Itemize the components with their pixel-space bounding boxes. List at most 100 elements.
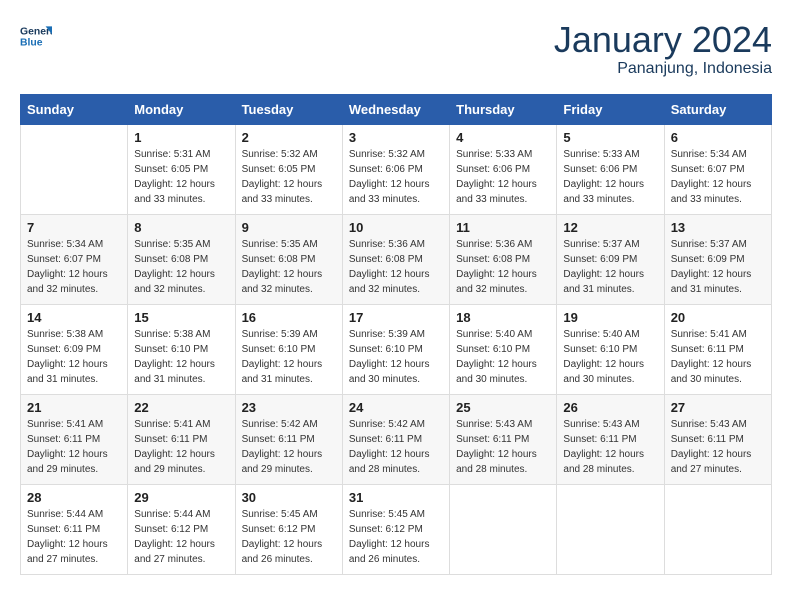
day-number: 9 (242, 220, 336, 235)
day-info: Sunrise: 5:44 AMSunset: 6:11 PMDaylight:… (27, 507, 121, 567)
day-info: Sunrise: 5:43 AMSunset: 6:11 PMDaylight:… (563, 417, 657, 477)
day-number: 15 (134, 310, 228, 325)
calendar-cell: 20 Sunrise: 5:41 AMSunset: 6:11 PMDayligh… (664, 304, 771, 394)
day-number: 12 (563, 220, 657, 235)
calendar-row: 28 Sunrise: 5:44 AMSunset: 6:11 PMDayligh… (21, 484, 772, 574)
day-number: 16 (242, 310, 336, 325)
day-info: Sunrise: 5:36 AMSunset: 6:08 PMDaylight:… (349, 237, 443, 297)
calendar-cell: 14 Sunrise: 5:38 AMSunset: 6:09 PMDayligh… (21, 304, 128, 394)
day-info: Sunrise: 5:42 AMSunset: 6:11 PMDaylight:… (242, 417, 336, 477)
header-sunday: Sunday (21, 94, 128, 124)
day-number: 26 (563, 400, 657, 415)
calendar-cell: 11Sunrise: 5:36 AMSunset: 6:08 PMDayligh… (450, 214, 557, 304)
calendar-row: 1 Sunrise: 5:31 AMSunset: 6:05 PMDaylight… (21, 124, 772, 214)
calendar-cell (21, 124, 128, 214)
calendar-row: 7 Sunrise: 5:34 AMSunset: 6:07 PMDaylight… (21, 214, 772, 304)
day-info: Sunrise: 5:32 AMSunset: 6:05 PMDaylight:… (242, 147, 336, 207)
calendar-cell: 22Sunrise: 5:41 AMSunset: 6:11 PMDayligh… (128, 394, 235, 484)
calendar-cell: 31 Sunrise: 5:45 AMSunset: 6:12 PMDayligh… (342, 484, 449, 574)
page-header: General Blue January 2024 Pananjung, Ind… (20, 20, 772, 78)
day-number: 28 (27, 490, 121, 505)
calendar-cell: 7 Sunrise: 5:34 AMSunset: 6:07 PMDaylight… (21, 214, 128, 304)
calendar-cell (557, 484, 664, 574)
title-block: January 2024 Pananjung, Indonesia (554, 20, 772, 78)
day-info: Sunrise: 5:41 AMSunset: 6:11 PMDaylight:… (671, 327, 765, 387)
calendar-cell: 25 Sunrise: 5:43 AMSunset: 6:11 PMDayligh… (450, 394, 557, 484)
header-saturday: Saturday (664, 94, 771, 124)
day-info: Sunrise: 5:39 AMSunset: 6:10 PMDaylight:… (349, 327, 443, 387)
calendar-cell: 12 Sunrise: 5:37 AMSunset: 6:09 PMDayligh… (557, 214, 664, 304)
calendar-cell: 18Sunrise: 5:40 AMSunset: 6:10 PMDayligh… (450, 304, 557, 394)
day-info: Sunrise: 5:31 AMSunset: 6:05 PMDaylight:… (134, 147, 228, 207)
calendar-cell: 5 Sunrise: 5:33 AMSunset: 6:06 PMDaylight… (557, 124, 664, 214)
day-info: Sunrise: 5:41 AMSunset: 6:11 PMDaylight:… (27, 417, 121, 477)
day-info: Sunrise: 5:35 AMSunset: 6:08 PMDaylight:… (242, 237, 336, 297)
day-info: Sunrise: 5:35 AMSunset: 6:08 PMDaylight:… (134, 237, 228, 297)
calendar-cell: 19 Sunrise: 5:40 AMSunset: 6:10 PMDayligh… (557, 304, 664, 394)
calendar-cell: 9 Sunrise: 5:35 AMSunset: 6:08 PMDaylight… (235, 214, 342, 304)
day-number: 1 (134, 130, 228, 145)
day-number: 8 (134, 220, 228, 235)
svg-text:Blue: Blue (20, 38, 43, 49)
day-info: Sunrise: 5:34 AMSunset: 6:07 PMDaylight:… (27, 237, 121, 297)
day-info: Sunrise: 5:43 AMSunset: 6:11 PMDaylight:… (671, 417, 765, 477)
header-tuesday: Tuesday (235, 94, 342, 124)
day-info: Sunrise: 5:33 AMSunset: 6:06 PMDaylight:… (563, 147, 657, 207)
header-monday: Monday (128, 94, 235, 124)
logo: General Blue (20, 20, 52, 52)
day-number: 23 (242, 400, 336, 415)
calendar-cell: 8 Sunrise: 5:35 AMSunset: 6:08 PMDaylight… (128, 214, 235, 304)
calendar-row: 21 Sunrise: 5:41 AMSunset: 6:11 PMDayligh… (21, 394, 772, 484)
calendar-cell: 28 Sunrise: 5:44 AMSunset: 6:11 PMDayligh… (21, 484, 128, 574)
calendar-cell: 1 Sunrise: 5:31 AMSunset: 6:05 PMDaylight… (128, 124, 235, 214)
day-info: Sunrise: 5:45 AMSunset: 6:12 PMDaylight:… (242, 507, 336, 567)
calendar-cell: 16Sunrise: 5:39 AMSunset: 6:10 PMDayligh… (235, 304, 342, 394)
day-number: 25 (456, 400, 550, 415)
calendar-cell: 2 Sunrise: 5:32 AMSunset: 6:05 PMDaylight… (235, 124, 342, 214)
header-wednesday: Wednesday (342, 94, 449, 124)
day-number: 13 (671, 220, 765, 235)
day-number: 27 (671, 400, 765, 415)
day-number: 5 (563, 130, 657, 145)
calendar-row: 14 Sunrise: 5:38 AMSunset: 6:09 PMDayligh… (21, 304, 772, 394)
day-number: 20 (671, 310, 765, 325)
day-number: 21 (27, 400, 121, 415)
calendar-cell (450, 484, 557, 574)
day-info: Sunrise: 5:42 AMSunset: 6:11 PMDaylight:… (349, 417, 443, 477)
calendar-cell: 4Sunrise: 5:33 AMSunset: 6:06 PMDaylight… (450, 124, 557, 214)
day-number: 2 (242, 130, 336, 145)
calendar-header-row: Sunday Monday Tuesday Wednesday Thursday… (21, 94, 772, 124)
day-info: Sunrise: 5:44 AMSunset: 6:12 PMDaylight:… (134, 507, 228, 567)
calendar-cell: 13Sunrise: 5:37 AMSunset: 6:09 PMDayligh… (664, 214, 771, 304)
calendar-body: 1 Sunrise: 5:31 AMSunset: 6:05 PMDaylight… (21, 124, 772, 574)
day-info: Sunrise: 5:43 AMSunset: 6:11 PMDaylight:… (456, 417, 550, 477)
calendar-cell: 3Sunrise: 5:32 AMSunset: 6:06 PMDaylight… (342, 124, 449, 214)
day-number: 6 (671, 130, 765, 145)
day-number: 14 (27, 310, 121, 325)
header-thursday: Thursday (450, 94, 557, 124)
calendar-table: Sunday Monday Tuesday Wednesday Thursday… (20, 94, 772, 575)
calendar-cell: 26 Sunrise: 5:43 AMSunset: 6:11 PMDayligh… (557, 394, 664, 484)
calendar-cell: 27 Sunrise: 5:43 AMSunset: 6:11 PMDayligh… (664, 394, 771, 484)
day-number: 7 (27, 220, 121, 235)
day-number: 30 (242, 490, 336, 505)
calendar-cell: 15Sunrise: 5:38 AMSunset: 6:10 PMDayligh… (128, 304, 235, 394)
day-info: Sunrise: 5:32 AMSunset: 6:06 PMDaylight:… (349, 147, 443, 207)
day-info: Sunrise: 5:37 AMSunset: 6:09 PMDaylight:… (563, 237, 657, 297)
logo-icon: General Blue (20, 20, 52, 52)
calendar-cell: 24 Sunrise: 5:42 AMSunset: 6:11 PMDayligh… (342, 394, 449, 484)
day-number: 17 (349, 310, 443, 325)
day-info: Sunrise: 5:38 AMSunset: 6:09 PMDaylight:… (27, 327, 121, 387)
day-info: Sunrise: 5:40 AMSunset: 6:10 PMDaylight:… (563, 327, 657, 387)
day-info: Sunrise: 5:34 AMSunset: 6:07 PMDaylight:… (671, 147, 765, 207)
day-number: 29 (134, 490, 228, 505)
calendar-cell: 30 Sunrise: 5:45 AMSunset: 6:12 PMDayligh… (235, 484, 342, 574)
calendar-cell: 23 Sunrise: 5:42 AMSunset: 6:11 PMDayligh… (235, 394, 342, 484)
day-info: Sunrise: 5:40 AMSunset: 6:10 PMDaylight:… (456, 327, 550, 387)
calendar-cell (664, 484, 771, 574)
day-info: Sunrise: 5:45 AMSunset: 6:12 PMDaylight:… (349, 507, 443, 567)
day-number: 19 (563, 310, 657, 325)
day-number: 24 (349, 400, 443, 415)
day-info: Sunrise: 5:33 AMSunset: 6:06 PMDaylight:… (456, 147, 550, 207)
day-number: 31 (349, 490, 443, 505)
